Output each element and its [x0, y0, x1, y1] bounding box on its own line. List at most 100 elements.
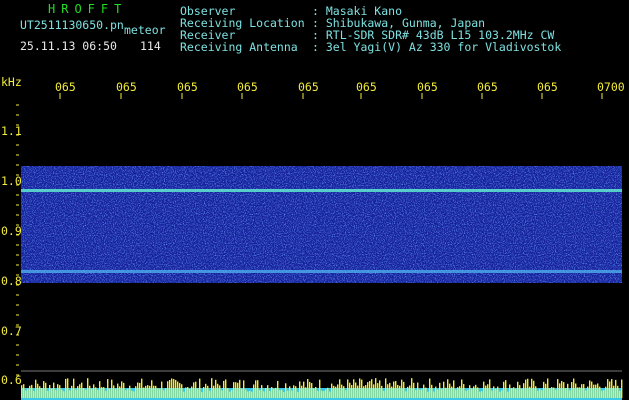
- level-bar: [513, 387, 515, 398]
- level-bar: [551, 387, 553, 398]
- level-bar: [555, 389, 557, 398]
- level-bar: [267, 385, 269, 398]
- level-bar: [169, 379, 171, 398]
- level-bar: [435, 386, 437, 398]
- level-bar: [225, 379, 227, 398]
- level-bar: [393, 381, 395, 398]
- level-bar: [39, 386, 41, 398]
- level-bar: [547, 378, 549, 398]
- level-bar: [477, 387, 479, 398]
- level-bar: [511, 388, 513, 398]
- level-bar: [329, 391, 331, 398]
- level-bar: [189, 388, 191, 398]
- level-bar: [165, 388, 167, 398]
- level-bar: [335, 386, 337, 398]
- level-bar: [143, 387, 145, 398]
- carrier-line-lower: [21, 270, 622, 273]
- level-bar: [475, 384, 477, 398]
- level-bar: [461, 379, 463, 398]
- level-bar: [157, 388, 159, 398]
- level-bar: [151, 380, 153, 398]
- level-bar: [179, 383, 181, 398]
- level-bar: [391, 386, 393, 398]
- level-bar: [421, 389, 423, 398]
- level-bar: [491, 390, 493, 398]
- level-bar: [571, 382, 573, 398]
- level-bar: [93, 384, 95, 398]
- level-bar: [537, 390, 539, 398]
- level-bar: [73, 378, 75, 398]
- level-bar: [101, 387, 103, 398]
- level-bar: [591, 381, 593, 398]
- level-bar: [327, 387, 329, 398]
- level-bar: [219, 385, 221, 398]
- level-bar: [493, 386, 495, 398]
- level-bar: [457, 387, 459, 398]
- level-bar: [573, 378, 575, 398]
- level-bar: [211, 378, 213, 398]
- level-bar: [133, 391, 135, 398]
- level-bar: [303, 381, 305, 398]
- level-bar: [403, 381, 405, 398]
- level-bar: [201, 391, 203, 398]
- level-bar: [91, 388, 93, 398]
- level-bar: [129, 385, 131, 398]
- level-bar: [593, 384, 595, 398]
- x-ticks: [59, 93, 603, 99]
- level-bar: [181, 384, 183, 398]
- level-bar: [315, 386, 317, 398]
- level-bar: [501, 390, 503, 398]
- level-bar: [589, 380, 591, 398]
- level-bar: [229, 391, 231, 398]
- level-bar: [271, 387, 273, 398]
- level-bar: [95, 387, 97, 398]
- level-bar: [619, 390, 621, 398]
- level-bar: [265, 388, 267, 398]
- level-bar: [531, 378, 533, 398]
- level-bar: [385, 378, 387, 398]
- level-bar: [355, 382, 357, 398]
- level-bar: [45, 382, 47, 398]
- level-bar: [295, 386, 297, 398]
- level-bar: [241, 388, 243, 398]
- level-bar: [509, 384, 511, 398]
- level-bar: [199, 378, 201, 398]
- level-bar: [487, 384, 489, 398]
- level-bar: [553, 387, 555, 398]
- level-bar: [373, 384, 375, 398]
- level-bar: [451, 386, 453, 398]
- level-bar: [239, 379, 241, 398]
- level-bar: [89, 385, 91, 398]
- level-bar: [449, 383, 451, 398]
- level-bar: [51, 388, 53, 398]
- level-bar: [433, 391, 435, 398]
- level-bar: [621, 379, 623, 398]
- level-bar: [235, 382, 237, 398]
- level-bar: [109, 388, 111, 398]
- level-bar: [581, 384, 583, 398]
- level-bar: [331, 383, 333, 398]
- level-bar: [191, 386, 193, 398]
- level-bar: [317, 390, 319, 398]
- level-bar: [285, 383, 287, 398]
- level-bar: [453, 380, 455, 398]
- level-bar: [397, 384, 399, 398]
- level-bar: [447, 379, 449, 398]
- level-bar: [177, 381, 179, 398]
- level-bar: [187, 386, 189, 398]
- level-bar: [281, 389, 283, 398]
- level-bar: [339, 379, 341, 398]
- level-bar: [203, 386, 205, 398]
- level-bar: [137, 382, 139, 398]
- level-bar: [221, 390, 223, 398]
- level-bar: [125, 390, 127, 398]
- level-bar: [145, 385, 147, 398]
- level-bar: [113, 385, 115, 398]
- level-bar: [347, 379, 349, 398]
- level-bar: [309, 381, 311, 398]
- level-bar: [375, 378, 377, 398]
- level-bar: [481, 391, 483, 398]
- level-bar: [71, 385, 73, 398]
- level-bar: [381, 385, 383, 398]
- level-bar: [611, 379, 613, 398]
